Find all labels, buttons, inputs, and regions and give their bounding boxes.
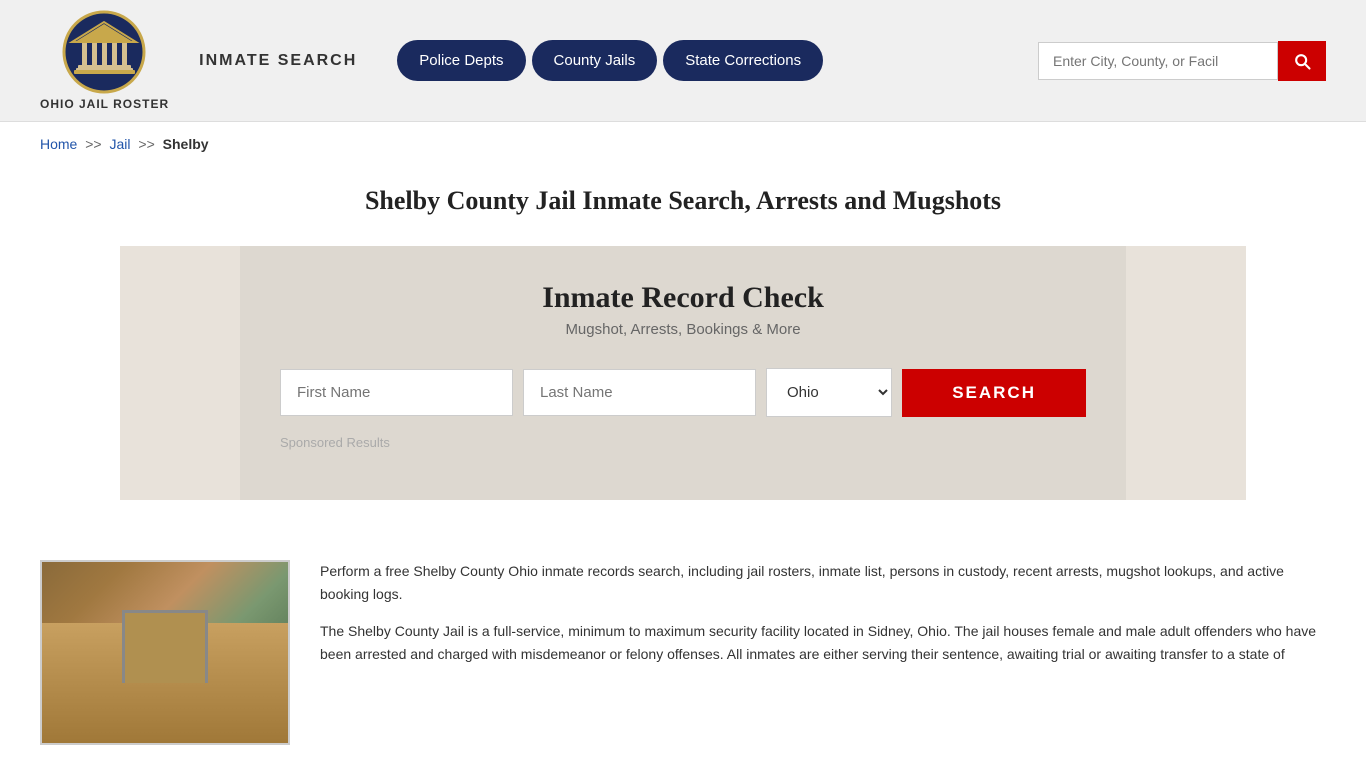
main-nav: Police Depts County Jails State Correcti… — [397, 40, 823, 81]
logo-label: Ohio Jail Roster — [40, 97, 169, 111]
last-name-input[interactable] — [523, 369, 756, 416]
content-area: Perform a free Shelby County Ohio inmate… — [0, 530, 1366, 775]
inmate-record-check-box: Inmate Record Check Mugshot, Arrests, Bo… — [120, 246, 1246, 500]
courthouse-image — [40, 560, 290, 745]
record-check-title: Inmate Record Check — [280, 281, 1086, 315]
header-title: INMATE SEARCH — [199, 52, 357, 70]
header-search — [1038, 41, 1326, 81]
nav-tab-state-corrections[interactable]: State Corrections — [663, 40, 823, 81]
nav-tab-county-jails[interactable]: County Jails — [532, 40, 658, 81]
inmate-search-button[interactable]: SEARCH — [902, 369, 1086, 417]
sponsored-label: Sponsored Results — [280, 435, 1086, 450]
breadcrumb-home[interactable]: Home — [40, 136, 77, 152]
header-search-input[interactable] — [1038, 42, 1278, 80]
page-title: Shelby County Jail Inmate Search, Arrest… — [40, 186, 1326, 216]
content-para-1: Perform a free Shelby County Ohio inmate… — [320, 560, 1326, 606]
logo-icon — [62, 10, 147, 95]
breadcrumb-sep-1: >> — [85, 136, 101, 152]
state-select[interactable]: Ohio Alabama Alaska Arizona California — [766, 368, 892, 417]
nav-tab-police-depts[interactable]: Police Depts — [397, 40, 525, 81]
inmate-search-form: Ohio Alabama Alaska Arizona California S… — [280, 368, 1086, 417]
first-name-input[interactable] — [280, 369, 513, 416]
record-check-subtitle: Mugshot, Arrests, Bookings & More — [280, 321, 1086, 338]
breadcrumb-sep-2: >> — [138, 136, 154, 152]
main-section: Shelby County Jail Inmate Search, Arrest… — [0, 166, 1366, 775]
breadcrumb: Home >> Jail >> Shelby — [0, 122, 1366, 166]
record-check-inner: Inmate Record Check Mugshot, Arrests, Bo… — [240, 246, 1126, 500]
content-text: Perform a free Shelby County Ohio inmate… — [320, 560, 1326, 680]
site-logo[interactable]: Ohio Jail Roster — [40, 10, 169, 111]
header-search-button[interactable] — [1278, 41, 1326, 81]
search-icon — [1292, 51, 1312, 71]
page-title-area: Shelby County Jail Inmate Search, Arrest… — [0, 166, 1366, 246]
content-para-2: The Shelby County Jail is a full-service… — [320, 620, 1326, 666]
breadcrumb-current: Shelby — [163, 136, 209, 152]
breadcrumb-jail[interactable]: Jail — [110, 136, 131, 152]
site-header: Ohio Jail Roster INMATE SEARCH Police De… — [0, 0, 1366, 122]
